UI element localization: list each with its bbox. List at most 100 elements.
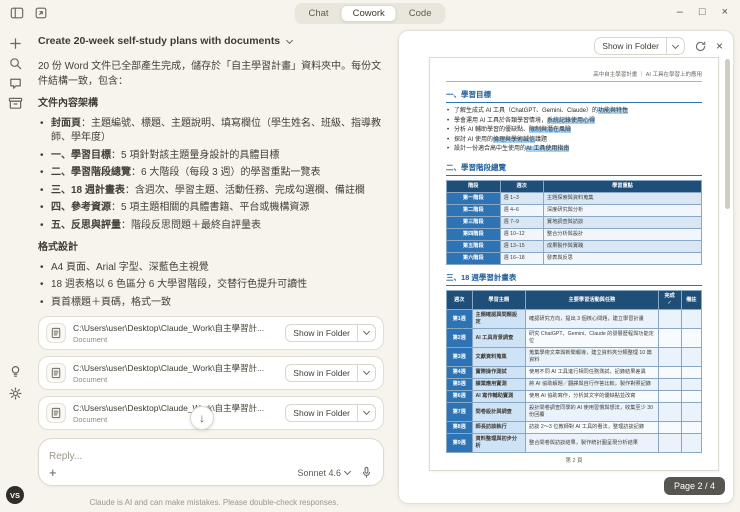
composer-toolbar: + Sonnet 4.6 (49, 466, 373, 479)
file-menu-chevron-button[interactable] (358, 404, 376, 422)
file-card[interactable]: C:\Users\user\Desktop\Claude_Work\自主學習計.… (38, 356, 384, 390)
file-type: Document (73, 375, 108, 384)
col-header: 學習重點 (542, 179, 703, 193)
scrollbar[interactable] (725, 59, 730, 209)
weeks-cell: 週 4–6 (499, 203, 544, 218)
goal-text: 探討 AI 使用的 (454, 136, 494, 143)
file-actions: Show in Folder (285, 324, 376, 342)
conversation-title[interactable]: Create 20-week self-study plans with doc… (38, 35, 280, 47)
page-indicator-badge: Page 2 / 4 (663, 477, 725, 495)
show-in-folder-split-button[interactable]: Show in Folder (594, 37, 685, 55)
structure-list: 封面頁：主題編號、標題、主題說明、填寫欄位（學生姓名、班級、指導教師、學年度） … (38, 117, 384, 234)
week-cell: 第2週 (446, 328, 473, 349)
note-cell (680, 309, 703, 330)
note-cell (680, 347, 703, 368)
chats-icon[interactable] (8, 76, 23, 91)
tab-chat[interactable]: Chat (297, 5, 341, 22)
list-item: 四、參考資源：5 項主題相關的具體書籍、平台或機構資源 (38, 201, 384, 216)
titlebar: Chat Cowork Code – □ × (0, 0, 740, 26)
col-header: 週次 (446, 290, 473, 311)
note-cell (680, 390, 703, 404)
done-cell (657, 309, 682, 330)
done-cell (657, 378, 682, 392)
microphone-icon[interactable] (360, 466, 373, 479)
goal-text: 分析 AI 輔助學習的優缺點、 (454, 127, 530, 134)
sidebar-toggle-icon[interactable] (10, 6, 24, 20)
left-rail: VS (0, 26, 30, 512)
task-cell: 使用 AI 協助寫作，分析其文字的優缺點並改寫 (525, 390, 659, 404)
refresh-icon[interactable] (694, 40, 707, 53)
doc-section-stages-heading: 二、學習階段總覽 (446, 162, 702, 176)
table-row: 第五階段 週 13–15 成果製作與實踐 (446, 240, 703, 254)
file-card[interactable]: C:\Users\user\Desktop\Claude_Work\自主學習計.… (38, 316, 384, 350)
assistant-message: 20 份 Word 文件已全部產生完成，儲存於「自主學習計畫」資料夾中。每份文件… (38, 60, 384, 310)
new-window-icon[interactable] (34, 6, 48, 20)
list-item: 一、學習目標：5 項針對該主題量身設計的具體目標 (38, 149, 384, 164)
table-row: 第四階段 週 10–12 整合分析與設計 (446, 228, 703, 242)
file-type: Document (73, 415, 108, 424)
note-cell (680, 378, 703, 392)
show-in-folder-button[interactable]: Show in Folder (285, 364, 358, 382)
chevron-down-icon (362, 367, 371, 376)
projects-icon[interactable] (8, 96, 23, 111)
show-in-folder-button[interactable]: Show in Folder (285, 404, 358, 422)
list-item-label: 一、學習目標 (51, 149, 111, 161)
stage-cell: 第五階段 (446, 240, 501, 254)
file-menu-chevron-button[interactable] (358, 364, 376, 382)
done-cell (657, 421, 682, 435)
stage-cell: 第三階段 (446, 216, 501, 230)
file-actions: Show in Folder (285, 364, 376, 382)
search-icon[interactable] (8, 56, 23, 71)
topic-cell: 資料整理與初步分析 (471, 433, 527, 454)
settings-gear-icon[interactable] (8, 386, 23, 401)
list-item-label: 二、學習階段總覽 (51, 167, 131, 178)
stage-cell: 第六階段 (446, 252, 501, 266)
minimize-button[interactable]: – (677, 4, 683, 20)
reply-composer[interactable]: + Sonnet 4.6 (38, 438, 384, 486)
table-row: 第5週 課業應用實測 將 AI 協助解題／翻譯與自行作答比較，製作對照記錄 (446, 378, 703, 392)
doc-goals-list: 了解生成式 AI 工具（ChatGPT、Gemini、Claude）的功能與特性… (446, 107, 702, 155)
done-cell (657, 366, 682, 380)
avatar[interactable]: VS (6, 486, 24, 504)
conversation-title-row: Create 20-week self-study plans with doc… (38, 32, 384, 50)
close-preview-icon[interactable]: × (716, 39, 723, 53)
table-row: 第2週 AI 工具背景調查 研究 ChatGPT、Gemini、Claude 的… (446, 328, 703, 349)
model-selector[interactable]: Sonnet 4.6 (297, 468, 352, 478)
task-cell: 將 AI 協助解題／翻譯與自行作答比較，製作對照記錄 (525, 378, 659, 392)
focus-cell: 深度研究與分析 (542, 203, 703, 218)
maximize-button[interactable]: □ (699, 4, 706, 20)
doc-section-weeks-heading: 三、18 週學習計畫表 (446, 272, 702, 287)
highlighted-text: AI 工具使用指南 (526, 146, 570, 153)
close-button[interactable]: × (722, 4, 728, 20)
list-item-label: 三、18 週計畫表 (51, 184, 125, 196)
file-menu-chevron-button[interactable] (358, 324, 376, 342)
week-cell: 第5週 (446, 378, 473, 392)
list-item-text: ：含週次、學習主題、活動任務、完成勾選欄、備註欄 (124, 184, 365, 196)
reply-input[interactable] (49, 451, 373, 462)
show-in-folder-button[interactable]: Show in Folder (285, 324, 358, 342)
task-cell: 訪談 2～3 位教師對 AI 工具的看法，整理訪談記錄 (525, 421, 659, 435)
chevron-down-icon[interactable] (667, 38, 684, 54)
tab-code[interactable]: Code (397, 5, 444, 22)
highlighted-text: 功能與特性 (598, 108, 629, 114)
file-type: Document (73, 335, 108, 344)
doc-section-goals-heading: 一、學習目標 (446, 89, 702, 103)
done-cell (657, 433, 682, 454)
file-meta: C:\Users\user\Desktop\Claude_Work\自主學習計.… (73, 402, 285, 424)
topic-cell: 實際操作測試 (471, 366, 527, 380)
list-item-text: ：階段反思問題＋最終自評量表 (121, 219, 261, 231)
attach-plus-button[interactable]: + (49, 466, 57, 479)
week-plan-table: 週次 學習主題 主要學習活動與任務 完成 ✓ 備註 第1週 主題確認與問題設定 … (446, 290, 703, 454)
list-item: 二、學習階段總覽：6 大階段（每段 3 週）的學習重點一覽表 (38, 166, 384, 181)
show-in-folder-label[interactable]: Show in Folder (595, 38, 666, 54)
new-chat-icon[interactable] (8, 36, 23, 51)
document-page[interactable]: 高中自主學習計畫 ｜ AI 工具在學習上的應用 一、學習目標 了解生成式 AI … (429, 57, 719, 471)
chevron-down-icon[interactable] (286, 36, 294, 44)
scroll-to-bottom-button[interactable]: ↓ (190, 406, 214, 430)
preview-panel: Show in Folder × 高中自主學習計畫 ｜ AI 工具在學習上的應用… (398, 30, 734, 504)
list-item-text: ：5 項主題相關的具體書籍、平台或機構資源 (111, 202, 310, 213)
lightbulb-icon[interactable] (8, 364, 23, 379)
goal-text: 設計一份適合高中生使用的 (454, 146, 527, 153)
list-item: A4 頁面、Arial 字型、深藍色主視覺 (38, 261, 384, 276)
tab-cowork[interactable]: Cowork (340, 5, 397, 22)
